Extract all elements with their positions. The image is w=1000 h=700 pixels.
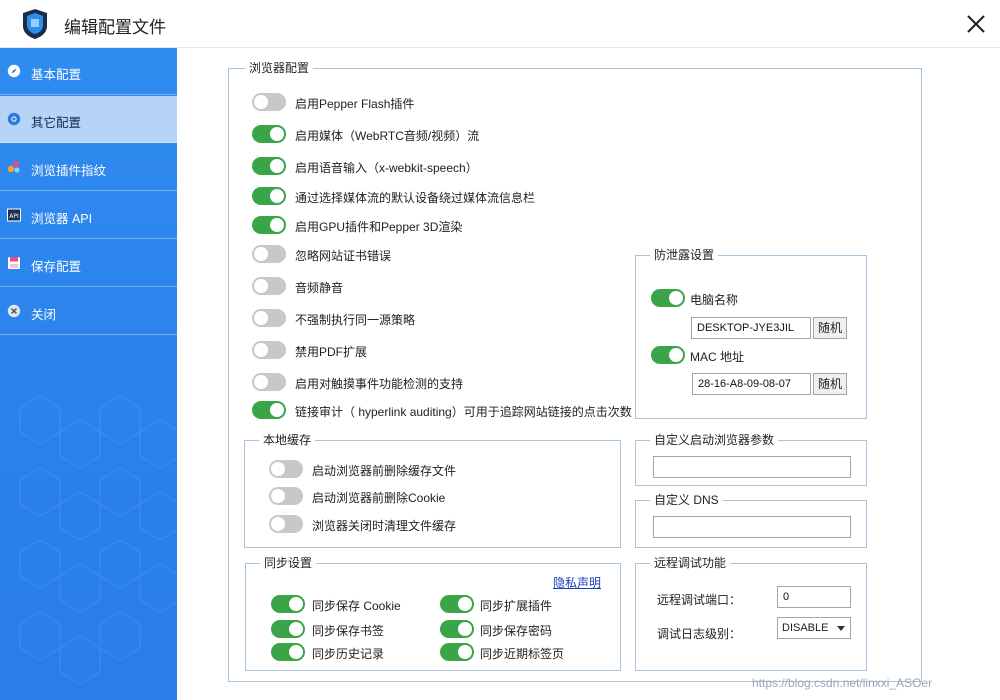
option-label: 启用语音输入（x-webkit-speech）: [295, 161, 478, 175]
plugin-icon: [7, 161, 20, 173]
debug-port-label: 远程调试端口：: [657, 593, 742, 607]
toggle-gpu-pepper3d[interactable]: [252, 216, 286, 234]
debug-port-input[interactable]: [777, 586, 851, 608]
option-label: 不强制执行同一源策略: [295, 313, 416, 327]
chevron-down-icon: [837, 626, 845, 631]
api-icon: API: [7, 208, 21, 222]
title-bar: 编辑配置文件: [0, 0, 1000, 48]
toggle-clear-cache-on-close[interactable]: [269, 515, 303, 533]
debug-log-level-select[interactable]: DISABLE: [777, 617, 851, 639]
sidebar-item-browser-api[interactable]: API 浏览器 API: [0, 192, 177, 239]
sidebar-item-label: 基本配置: [31, 68, 82, 82]
group-legend: 自定义 DNS: [650, 493, 723, 508]
toggle-disable-pdf[interactable]: [252, 341, 286, 359]
app-logo-icon: [23, 9, 47, 39]
toggle-sync-extensions[interactable]: [440, 595, 474, 613]
sidebar-item-other-config[interactable]: 其它配置: [0, 96, 177, 143]
toggle-touch-events[interactable]: [252, 373, 286, 391]
close-icon[interactable]: [963, 11, 989, 37]
window-title: 编辑配置文件: [64, 18, 166, 37]
toggle-hyperlink-auditing[interactable]: [252, 401, 286, 419]
computer-name-label: 电脑名称: [690, 293, 739, 307]
computer-name-input[interactable]: [691, 317, 811, 339]
close-circle-icon: [7, 304, 21, 318]
sidebar-item-label: 浏览器 API: [31, 212, 93, 226]
group-legend: 防泄露设置: [650, 248, 719, 263]
sidebar-item-label: 其它配置: [31, 116, 82, 130]
option-label: 启动浏览器前删除缓存文件: [312, 464, 457, 478]
sidebar-item-save-config[interactable]: 保存配置: [0, 240, 177, 287]
toggle-delete-cache-files[interactable]: [269, 460, 303, 478]
chrome-icon: [7, 112, 21, 126]
save-icon: [8, 257, 20, 269]
option-label: 同步保存书签: [312, 624, 385, 638]
sidebar-item-label: 关闭: [31, 308, 57, 322]
option-label: 同步保存 Cookie: [312, 599, 401, 613]
toggle-pepper-flash[interactable]: [252, 93, 286, 111]
random-computer-name-button[interactable]: 随机: [813, 317, 847, 339]
toggle-sync-cookie[interactable]: [271, 595, 305, 613]
group-legend: 浏览器配置: [245, 61, 314, 76]
option-label: 启用Pepper Flash插件: [295, 97, 415, 111]
sidebar-item-label: 保存配置: [31, 260, 82, 274]
option-label: 启用GPU插件和Pepper 3D渲染: [295, 220, 463, 234]
toggle-delete-cookie[interactable]: [269, 487, 303, 505]
sidebar-item-label: 浏览插件指纹: [31, 164, 107, 178]
toggle-speech-input[interactable]: [252, 157, 286, 175]
option-label: 同步保存密码: [480, 624, 553, 638]
toggle-mute-audio[interactable]: [252, 277, 286, 295]
option-label: 同步历史记录: [312, 647, 385, 661]
compass-icon: [7, 64, 21, 78]
option-label: 忽略网站证书错误: [295, 249, 392, 263]
toggle-ignore-cert-errors[interactable]: [252, 245, 286, 263]
toggle-sync-passwords[interactable]: [440, 620, 474, 638]
random-mac-button[interactable]: 随机: [813, 373, 847, 395]
sidebar-item-plugin-fingerprint[interactable]: 浏览插件指纹: [0, 144, 177, 191]
sidebar: 基本配置 其它配置 浏览插件指纹 API 浏览器 API 保存配置 关闭: [0, 48, 177, 700]
toggle-sync-recent-tabs[interactable]: [440, 643, 474, 661]
group-legend: 本地缓存: [259, 433, 316, 448]
toggle-same-origin[interactable]: [252, 309, 286, 327]
group-legend: 同步设置: [260, 556, 317, 571]
toggle-media-stream-bypass[interactable]: [252, 187, 286, 205]
watermark: https://blog.csdn.net/linxxi_ASOer: [752, 676, 933, 690]
toggle-sync-history[interactable]: [271, 643, 305, 661]
toggle-webrtc[interactable]: [252, 125, 286, 143]
group-legend: 自定义启动浏览器参数: [650, 433, 779, 448]
custom-args-input[interactable]: [653, 456, 851, 478]
option-label: 浏览器关闭时清理文件缓存: [312, 519, 457, 533]
sidebar-item-close[interactable]: 关闭: [0, 288, 177, 335]
mac-address-input[interactable]: [692, 373, 811, 395]
option-label: 同步扩展插件: [480, 599, 553, 613]
svg-text:API: API: [9, 213, 19, 220]
option-label: 音频静音: [295, 281, 344, 295]
option-label: 启用对触摸事件功能检测的支持: [295, 377, 464, 391]
option-label: 禁用PDF扩展: [295, 345, 368, 359]
toggle-mac-address[interactable]: [651, 346, 685, 364]
option-label: 同步近期标签页: [480, 647, 565, 661]
toggle-computer-name[interactable]: [651, 289, 685, 307]
option-label: 通过选择媒体流的默认设备绕过媒体流信息栏: [295, 191, 536, 205]
mac-address-label: MAC 地址: [690, 350, 745, 364]
debug-log-level-value: DISABLE: [782, 622, 829, 634]
option-label: 启用媒体（WebRTC音频/视频）流: [295, 129, 480, 143]
privacy-statement-link[interactable]: 隐私声明: [553, 574, 601, 591]
group-legend: 远程调试功能: [650, 556, 731, 571]
option-label: 启动浏览器前删除Cookie: [312, 491, 446, 505]
custom-dns-input[interactable]: [653, 516, 851, 538]
option-label: 链接审计（ hyperlink auditing）可用于追踪网站链接的点击次数: [295, 405, 632, 419]
sidebar-item-basic-config[interactable]: 基本配置: [0, 48, 177, 95]
debug-log-level-label: 调试日志级别：: [657, 627, 742, 641]
toggle-sync-bookmarks[interactable]: [271, 620, 305, 638]
